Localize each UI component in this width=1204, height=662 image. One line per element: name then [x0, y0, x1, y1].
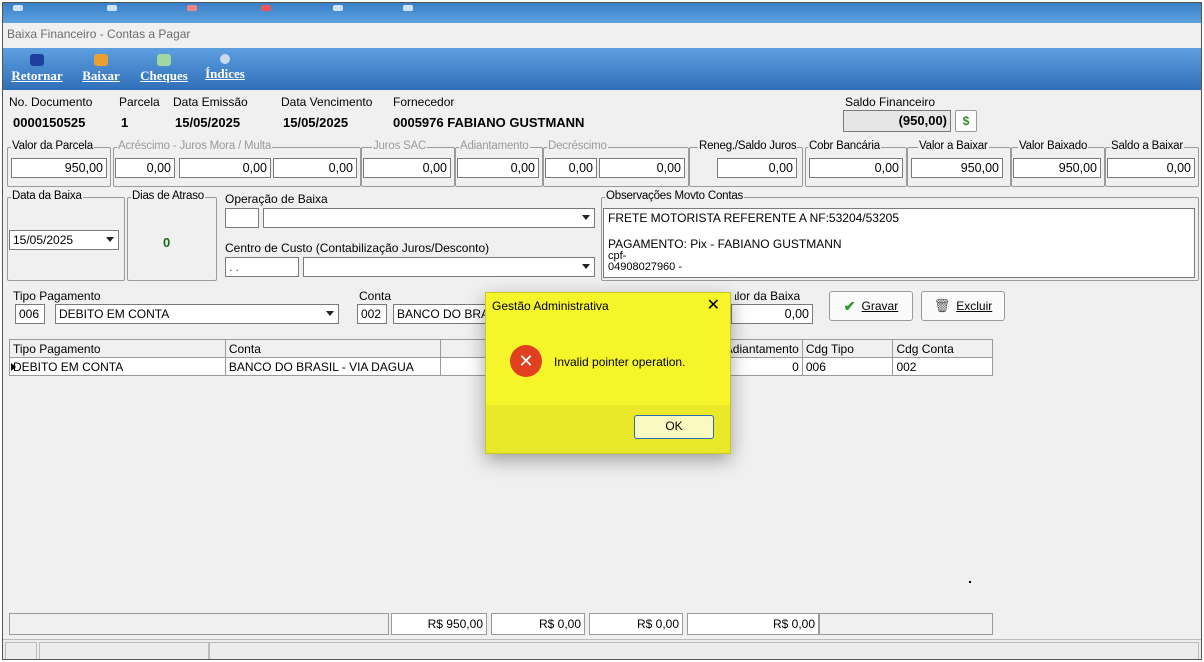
centro-label: Centro de Custo (Contabilização Juros/De… — [225, 241, 490, 255]
centro-code[interactable]: . . — [225, 257, 299, 277]
dialog-footer: OK — [486, 405, 730, 453]
conta-select[interactable]: BANCO DO BRASIL — [393, 304, 493, 324]
indices-button[interactable]: Índices — [201, 48, 249, 90]
totals-blank — [9, 613, 389, 635]
row-cdg-conta: 002 — [892, 357, 993, 376]
gear-icon — [220, 54, 230, 64]
chevron-down-icon — [582, 264, 590, 269]
grid-header-cdg-tipo[interactable]: Cdg Tipo — [801, 339, 894, 358]
total-2: R$ 0,00 — [491, 613, 585, 635]
return-icon — [30, 54, 44, 66]
baixar-button[interactable]: Baixar — [77, 48, 125, 90]
close-icon[interactable]: ✕ — [707, 295, 720, 315]
parcela-value: 1 — [121, 115, 129, 130]
dialog-title: Gestão Administrativa — [492, 299, 609, 313]
data-baixa-picker[interactable]: 15/05/2025 — [9, 230, 119, 250]
top-strip — [3, 3, 1201, 23]
dias-atraso-group: Dias de Atraso — [127, 190, 217, 281]
juros-sac-field[interactable]: 0,00 — [363, 158, 451, 178]
saldo-baixar-field[interactable]: 0,00 — [1107, 158, 1195, 178]
centro-select[interactable] — [303, 257, 595, 277]
check-icon: ✔ — [843, 297, 856, 314]
row-tipo: DEBITO EM CONTA — [9, 357, 226, 376]
tipo-pagamento-code[interactable]: 006 — [15, 304, 45, 324]
vencimento-value: 15/05/2025 — [283, 115, 349, 130]
acrescimo-field-1[interactable]: 0,00 — [115, 158, 175, 178]
valor-baixar-field[interactable]: 950,00 — [911, 158, 1003, 178]
total-adiantamento: R$ 0,00 — [687, 613, 819, 635]
obs-memo[interactable]: FRETE MOTORISTA REFERENTE A NF:53204/532… — [603, 208, 1195, 278]
doc-value: 0000150525 — [13, 115, 86, 130]
valor-baixa-label: Valor da Baixa — [723, 289, 801, 303]
money-icon — [94, 54, 108, 66]
cheque-icon — [157, 54, 171, 66]
grid-header-cdg-conta[interactable]: Cdg Conta — [892, 339, 993, 358]
tipo-pagamento-label: Tipo Pagamento — [13, 289, 101, 303]
valor-baixado-field[interactable]: 950,00 — [1013, 158, 1101, 178]
error-dialog: Gestão Administrativa ✕ ✕ Invalid pointe… — [485, 292, 731, 454]
adiantamento-field[interactable]: 0,00 — [457, 158, 539, 178]
row-cdg-tipo: 006 — [801, 357, 894, 376]
valor-baixa-field[interactable]: 0,00 — [731, 304, 813, 324]
vencimento-label: Data Vencimento — [281, 95, 373, 109]
reneg-field[interactable]: 0,00 — [717, 158, 797, 178]
error-icon: ✕ — [510, 345, 542, 377]
retornar-button[interactable]: Retornar — [7, 48, 67, 90]
acrescimo-field-2[interactable]: 0,00 — [179, 158, 271, 178]
row-conta: BANCO DO BRASIL - VIA DAGUA — [224, 357, 441, 376]
window-title: Baixa Financeiro - Contas a Pagar — [7, 27, 191, 41]
conta-code[interactable]: 002 — [357, 304, 387, 324]
money-bag-icon[interactable]: $ — [955, 110, 977, 132]
row-pointer-icon — [11, 363, 16, 371]
trash-icon: 🗑 — [933, 298, 951, 313]
fornecedor-value: 0005976 FABIANO GUSTMANN — [393, 115, 585, 130]
parcela-label: Parcela — [119, 95, 160, 109]
emissao-label: Data Emissão — [173, 95, 248, 109]
dias-atraso-value: 0 — [163, 235, 171, 250]
tipo-pagamento-select[interactable]: DEBITO EM CONTA — [55, 304, 339, 324]
operacao-code[interactable] — [225, 208, 259, 228]
status-panel-3 — [209, 642, 1199, 659]
chevron-down-icon — [582, 215, 590, 220]
toolbar: Retornar Baixar Cheques Índices — [3, 48, 1201, 90]
ok-button[interactable]: OK — [634, 415, 714, 439]
fornecedor-label: Fornecedor — [393, 95, 455, 109]
grid-header-tipo[interactable]: Tipo Pagamento — [9, 339, 226, 358]
decrescimo-field-2[interactable]: 0,00 — [599, 158, 685, 178]
cheques-button[interactable]: Cheques — [135, 48, 193, 90]
gravar-button[interactable]: ✔ Gravar — [829, 291, 913, 321]
status-panel-1 — [5, 642, 37, 659]
dialog-message: Invalid pointer operation. — [554, 355, 686, 369]
totals-blank-2 — [819, 613, 993, 635]
operacao-select[interactable] — [263, 208, 595, 228]
status-panel-2 — [39, 642, 209, 659]
total-3: R$ 0,00 — [589, 613, 683, 635]
acrescimo-field-3[interactable]: 0,00 — [273, 158, 357, 178]
grid-header-conta[interactable]: Conta — [224, 339, 441, 358]
status-bar — [3, 639, 1201, 659]
conta-label: Conta — [359, 289, 392, 303]
chevron-down-icon — [326, 311, 334, 316]
emissao-value: 15/05/2025 — [175, 115, 241, 130]
decrescimo-field-1[interactable]: 0,00 — [545, 158, 597, 178]
chevron-down-icon — [106, 237, 114, 242]
saldo-label: Saldo Financeiro — [845, 95, 936, 109]
cursor-dot — [969, 581, 971, 583]
total-baixa: R$ 950,00 — [391, 613, 487, 635]
cobr-field[interactable]: 0,00 — [809, 158, 903, 178]
operacao-label: Operação de Baixa — [225, 192, 328, 206]
valor-parcela-field[interactable]: 950,00 — [11, 158, 107, 178]
doc-label: No. Documento — [9, 95, 93, 109]
saldo-value: (950,00) — [843, 110, 951, 132]
excluir-button[interactable]: 🗑 Excluir — [921, 291, 1005, 321]
